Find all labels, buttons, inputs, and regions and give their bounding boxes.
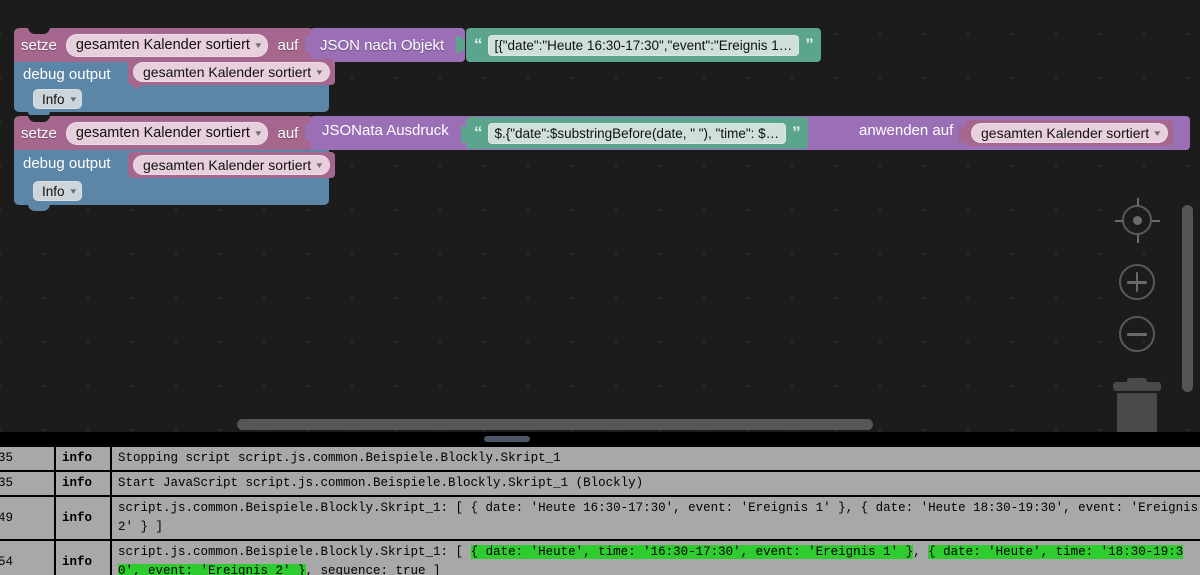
debug-variable-dropdown[interactable]: gesamten Kalender sortiert ▾ [133,62,330,82]
debug-variable-label-2: gesamten Kalender sortiert [143,157,312,173]
log-timestamp: 35 [0,471,56,495]
debug-variable-block-2[interactable]: gesamten Kalender sortiert ▾ [128,152,335,178]
debug-output-label-2: debug output [23,155,111,172]
log-row[interactable]: 54info script.js.common.Beispiele.Blockly… [0,540,1200,575]
workspace-top-band [0,0,1200,28]
variable-dropdown-2[interactable]: gesamten Kalender sortiert ▾ [65,121,269,145]
blockly-workspace[interactable]: setze gesamten Kalender sortiert ▾ auf J… [0,0,1200,432]
chevron-down-icon: ▾ [1154,127,1161,138]
log-row[interactable]: 35info Stopping script script.js.common.B… [0,446,1200,471]
text-string-block-1[interactable]: “ [{"date":"Heute 16:30-17:30","event":"… [466,28,821,62]
zoom-in-icon[interactable] [1113,258,1161,306]
quote-open-icon: “ [474,35,482,54]
debug-variable-label: gesamten Kalender sortiert [143,64,312,80]
zoom-out-icon[interactable] [1113,310,1161,358]
log-message: Stopping script script.js.common.Beispie… [112,446,1200,470]
apply-variable-dropdown[interactable]: gesamten Kalender sortiert ▾ [971,123,1168,143]
quote-open-icon: “ [474,123,482,142]
log-panel[interactable]: 35infoStopping script script.js.common.B… [0,446,1200,575]
debug-output-label: debug output [23,66,111,83]
set-keyword-label: setze [21,36,57,54]
log-message: Start JavaScript script.js.common.Beispi… [112,471,1200,495]
quote-close-icon: ” [792,123,800,142]
severity-dropdown-1[interactable]: Info ▾ [33,89,83,109]
log-text: script.js.common.Beispiele.Blockly.Skrip… [118,501,1199,534]
horizontal-scrollbar[interactable] [237,419,873,430]
log-row[interactable]: 35info Start JavaScript script.js.common.… [0,471,1200,496]
apply-variable-block[interactable]: gesamten Kalender sortiert ▾ [966,120,1173,146]
chevron-down-icon: ▾ [69,93,76,104]
jsonata-label: JSONata Ausdruck [322,122,449,139]
log-text: Stopping script script.js.common.Beispie… [118,451,561,465]
log-message: script.js.common.Beispiele.Blockly.Skrip… [112,496,1200,539]
block-notch-bottom-2 [28,204,50,211]
log-text: , [913,545,929,559]
json-to-object-label: JSON nach Objekt [320,36,445,54]
center-target-icon[interactable] [1113,196,1161,244]
json-to-object-block[interactable]: JSON nach Objekt [310,28,466,62]
chevron-down-icon: ▾ [316,66,323,77]
vertical-scrollbar[interactable] [1182,205,1193,392]
log-text: script.js.common.Beispiele.Blockly.Skrip… [118,545,471,559]
apply-to-label: anwenden auf [859,122,954,139]
chevron-down-icon: ▾ [316,159,323,170]
chevron-down-icon: ▾ [255,39,262,50]
log-severity: info [56,446,112,470]
splitter-grip[interactable] [484,436,530,442]
severity-dropdown-label: Info [42,91,65,107]
variable-dropdown-label: gesamten Kalender sortiert [75,37,250,53]
log-highlight: { date: 'Heute', time: '16:30-17:30', ev… [470,545,914,559]
log-severity: info [56,540,112,575]
log-severity: info [56,471,112,495]
severity-dropdown-label-2: Info [42,183,65,199]
trash-icon[interactable] [1111,378,1163,432]
block-notch-top [28,115,50,122]
text-value-field-2[interactable]: $.{"date":$substringBefore(date, " "), "… [487,122,787,144]
debug-variable-dropdown-2[interactable]: gesamten Kalender sortiert ▾ [133,155,330,175]
quote-close-icon: ” [805,35,813,54]
debug-variable-block-1[interactable]: gesamten Kalender sortiert ▾ [128,59,335,85]
chevron-down-icon: ▾ [255,127,262,138]
panel-splitter[interactable] [0,432,1200,446]
apply-variable-label: gesamten Kalender sortiert [981,125,1150,141]
text-string-block-2[interactable]: “ $.{"date":$substringBefore(date, " "),… [466,117,808,149]
set-variable-block-2[interactable]: setze gesamten Kalender sortiert ▾ auf [14,115,315,150]
variable-dropdown[interactable]: gesamten Kalender sortiert ▾ [65,33,269,57]
chevron-down-icon: ▾ [69,185,76,196]
block-notch-top [28,27,50,34]
to-keyword-label-2: auf [277,124,299,142]
workspace-controls[interactable] [1108,196,1166,432]
log-text: , sequence: true ] [305,564,441,575]
log-timestamp: 54 [0,540,56,575]
log-timestamp: 35 [0,446,56,470]
log-text: Start JavaScript script.js.common.Beispi… [118,476,644,490]
app-root: setze gesamten Kalender sortiert ▾ auf J… [0,0,1200,575]
to-keyword-label: auf [277,36,299,54]
log-message: script.js.common.Beispiele.Blockly.Skrip… [112,540,1200,575]
log-timestamp: 49 [0,496,56,539]
log-severity: info [56,496,112,539]
set-variable-block-1[interactable]: setze gesamten Kalender sortiert ▾ auf [14,27,315,62]
log-row[interactable]: 49infoscript.js.common.Beispiele.Blockly… [0,496,1200,540]
variable-dropdown-label-2: gesamten Kalender sortiert [75,125,250,141]
severity-dropdown-2[interactable]: Info ▾ [33,181,83,201]
text-value-field-1[interactable]: [{"date":"Heute 16:30-17:30","event":"Er… [487,34,800,56]
text-socket [456,28,466,62]
set-keyword-label-2: setze [21,124,57,142]
